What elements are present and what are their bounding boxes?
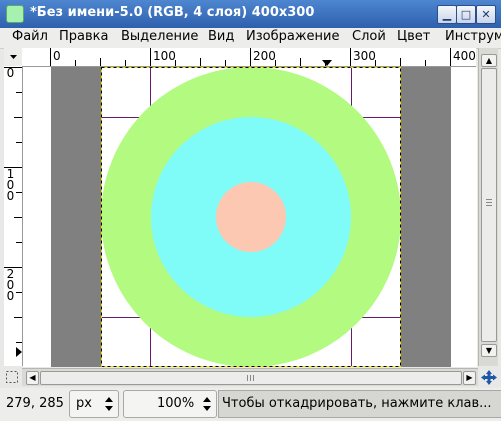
unit-selector[interactable]: px <box>69 390 119 418</box>
vertical-scrollbar[interactable]: ▲ ▼ <box>478 48 498 366</box>
pointer-marker-icon <box>16 347 22 357</box>
horizontal-scrollbar[interactable]: ◀ ▶ <box>22 368 478 386</box>
v-ruler-label: 200 <box>6 267 15 303</box>
close-button[interactable]: ✕ <box>476 5 496 24</box>
h-ruler-label: 0 <box>53 49 61 63</box>
updown-icon <box>203 397 211 411</box>
scroll-up-icon[interactable]: ▲ <box>481 54 497 67</box>
status-message: Чтобы откадрировать, нажмите клав... <box>218 390 501 418</box>
menu-colors[interactable]: Цвет <box>397 29 430 44</box>
menu-tools[interactable]: Инструм <box>445 29 501 44</box>
h-ruler-label: 300 <box>353 49 376 63</box>
maximize-button[interactable]: □ <box>456 5 476 24</box>
minimize-button[interactable]: ▁ <box>437 5 457 24</box>
pointer-coordinates: 279, 285 <box>6 396 64 411</box>
updown-icon <box>105 397 113 411</box>
quick-mask-toggle[interactable] <box>4 369 20 385</box>
menu-image[interactable]: Изображение <box>246 29 339 44</box>
image-canvas-drawing <box>51 67 451 367</box>
v-ruler-label: 100 <box>6 167 15 203</box>
scroll-right-icon[interactable]: ▶ <box>463 371 476 385</box>
scroll-left-icon[interactable]: ◀ <box>26 371 39 385</box>
menu-view[interactable]: Вид <box>208 29 234 44</box>
pasteboard-right <box>401 67 451 367</box>
zoom-selector[interactable]: 100% <box>123 390 217 418</box>
status-bar: 279, 285 px 100% Чтобы откадрировать, на… <box>0 388 501 421</box>
horizontal-scroll-thumb[interactable] <box>40 371 462 385</box>
arrow-icon <box>10 55 17 59</box>
vertical-scroll-thumb[interactable] <box>481 68 497 342</box>
h-ruler-label: 100 <box>153 49 176 63</box>
navigate-icon <box>481 370 497 385</box>
scroll-down-icon[interactable]: ▼ <box>481 344 497 357</box>
menu-select[interactable]: Выделение <box>121 29 198 44</box>
menu-bar: Файл Правка Выделение Вид Изображение Сл… <box>0 28 501 49</box>
pasteboard-left <box>51 67 101 367</box>
pointer-marker-icon <box>322 60 332 66</box>
menu-edit[interactable]: Правка <box>59 29 108 44</box>
app-icon[interactable] <box>6 5 24 23</box>
vertical-ruler[interactable]: 0 100 200 <box>4 66 23 366</box>
window-title: *Без имени-5.0 (RGB, 4 слоя) 400x300 <box>30 5 315 20</box>
horizontal-ruler[interactable]: 0 100 200 300 400 <box>22 48 476 67</box>
h-ruler-label: 400 <box>453 49 476 63</box>
menu-file[interactable]: Файл <box>12 29 48 44</box>
navigate-button[interactable] <box>480 369 498 386</box>
zoom-value: 100% <box>157 396 195 411</box>
v-ruler-label: 0 <box>6 66 15 80</box>
inner-circle <box>216 182 286 252</box>
ruler-corner[interactable] <box>4 48 22 66</box>
horizontal-ruler-ticks <box>50 48 451 66</box>
unit-value: px <box>76 396 92 411</box>
image-canvas[interactable] <box>23 67 477 367</box>
menu-layer[interactable]: Слой <box>352 29 386 44</box>
quick-mask-icon <box>6 371 18 383</box>
title-bar[interactable]: *Без имени-5.0 (RGB, 4 слоя) 400x300 ▁ □… <box>0 0 501 29</box>
vertical-ruler-ticks <box>4 67 22 357</box>
h-ruler-label: 200 <box>253 49 276 63</box>
